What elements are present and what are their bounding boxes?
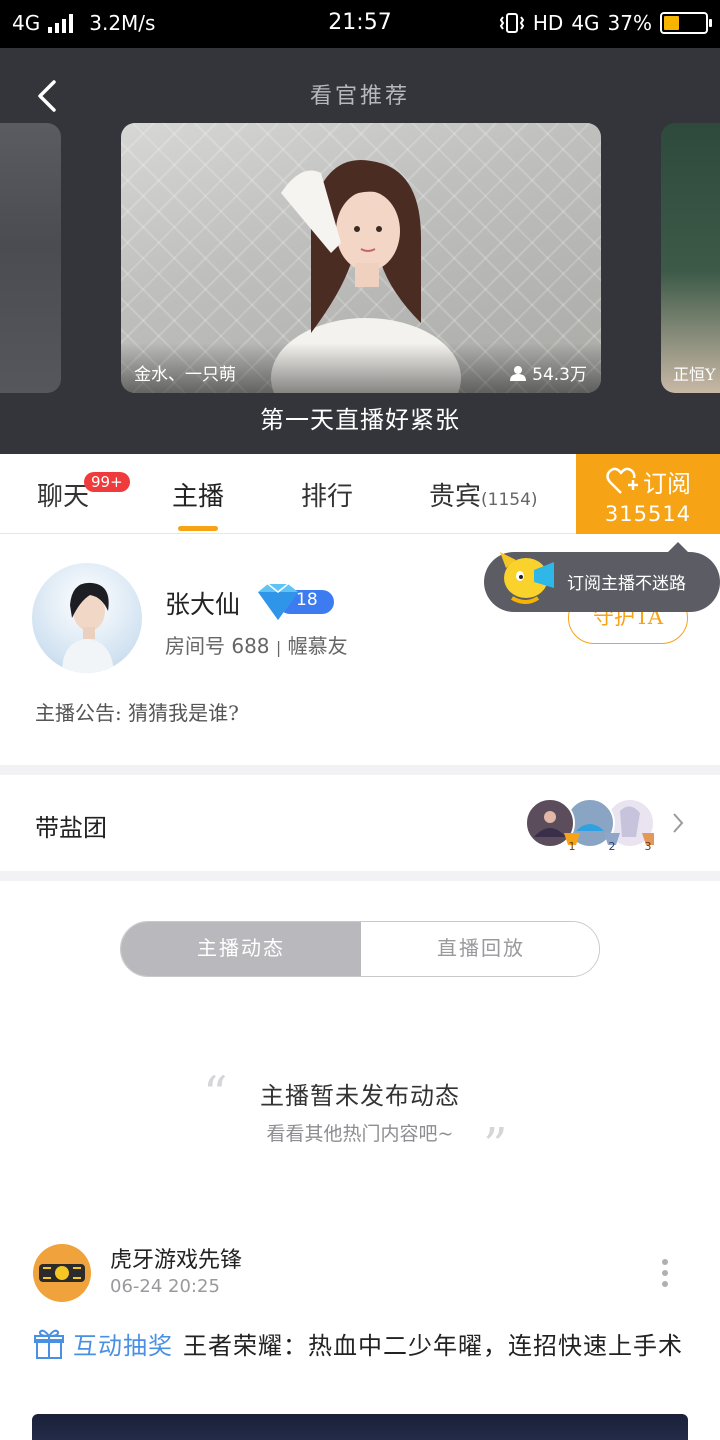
quote-close-icon: ” [483,1118,508,1174]
section-divider [0,871,720,881]
mascot-icon [500,552,554,604]
subscriber-count: 315514 [604,502,692,526]
subscribe-label-row: 订阅 [576,464,720,499]
tab-vip[interactable]: 贵宾(1154) [429,476,538,513]
battery-icon [660,12,712,34]
unread-badge: 99+ [84,472,130,492]
gift-icon [34,1329,64,1359]
active-tab-indicator [178,526,218,531]
card-caption: 第一天直播好紧张 [260,406,460,434]
fan-rank-3: 3 [645,840,652,853]
chevron-right-icon [673,813,684,833]
header-title: 看官推荐 [309,84,410,109]
post-image[interactable] [32,1414,688,1440]
empty-title: 主播暂未发布动态 [260,1082,460,1110]
status-bar: 4G 3.2M/s 21:57 HD 4G 37% [0,0,720,48]
streamer-announcement: 主播公告: 猜猜我是谁? [35,701,239,725]
tab-chat[interactable]: 聊天 [37,476,89,513]
status-right: HD 4G 37% [499,11,712,35]
fan-avatars: 1 2 3 [525,798,654,853]
subscribe-tooltip[interactable]: 订阅主播不迷路 [484,542,720,612]
tooltip-text: 订阅主播不迷路 [567,574,686,594]
battery-fill [664,16,679,30]
fan-rank-2: 2 [609,840,616,853]
segment-posts[interactable]: 主播动态 [121,922,361,976]
viewer-count: 54.3万 [532,365,587,385]
battery-percent: 37% [607,11,652,35]
content-segment: 主播动态 直播回放 [120,921,600,977]
card-next-name: 正恒Y [673,365,716,384]
post-tag[interactable]: 互动抽奖 [73,1332,173,1360]
streamer-name: 张大仙 [165,590,241,619]
empty-subtitle: 看看其他热门内容吧~ [266,1123,454,1145]
room-separator: | [275,638,282,657]
section-divider [0,765,720,775]
carousel-card-next[interactable]: 正恒Y [661,123,720,393]
heart-plus-icon [606,467,638,494]
card-viewers: 54.3万 [510,360,587,385]
tab-ranking[interactable]: 排行 [301,476,353,513]
fan-rank-1: 1 [569,840,576,853]
post-author-avatar[interactable] [33,1244,91,1302]
post-time: 06-24 20:25 [110,1276,220,1297]
post-title[interactable]: 互动抽奖 王者荣耀：热血中二少年曜，连招快速上手术 [33,1328,693,1364]
tab-streamer[interactable]: 主播 [172,476,224,513]
room-tag: 幄慕友 [287,634,348,658]
segment-replay[interactable]: 直播回放 [361,922,599,976]
fan-group-label: 带盐团 [35,814,107,842]
tab-vip-count: (1154) [481,490,538,510]
subscribe-button[interactable]: 订阅 315514 [576,454,720,534]
room-info: 房间号 688 | 幄慕友 [165,630,348,659]
network-type-right: 4G [571,11,600,35]
carousel-card-main[interactable]: 金水、一只萌 54.3万 [121,123,601,393]
subscribe-label: 订阅 [643,470,691,498]
tab-vip-label: 贵宾 [429,482,482,512]
avatar-portrait [62,582,114,673]
recommendation-header: 看官推荐 金水、一只萌 54.3万 正恒Y 第一天直播好紧张 [0,48,720,454]
diamond-level-icon [258,583,334,620]
streamer-avatar[interactable] [32,563,142,673]
level-number: 18 [296,590,318,610]
card-streamer-name: 金水、一只萌 [134,365,236,385]
post-title-text: 王者荣耀：热血中二少年曜，连招快速上手术 [183,1332,683,1360]
user-icon [510,365,527,381]
vibrate-icon [499,13,525,33]
carousel-card-prev[interactable] [0,123,61,393]
room-label: 房间号 [165,634,225,658]
room-number: 688 [231,634,270,658]
more-vertical-icon[interactable] [658,1258,672,1288]
hd-indicator: HD [532,11,564,35]
author-logo [39,1264,85,1282]
post-author[interactable]: 虎牙游戏先锋 [110,1242,242,1274]
